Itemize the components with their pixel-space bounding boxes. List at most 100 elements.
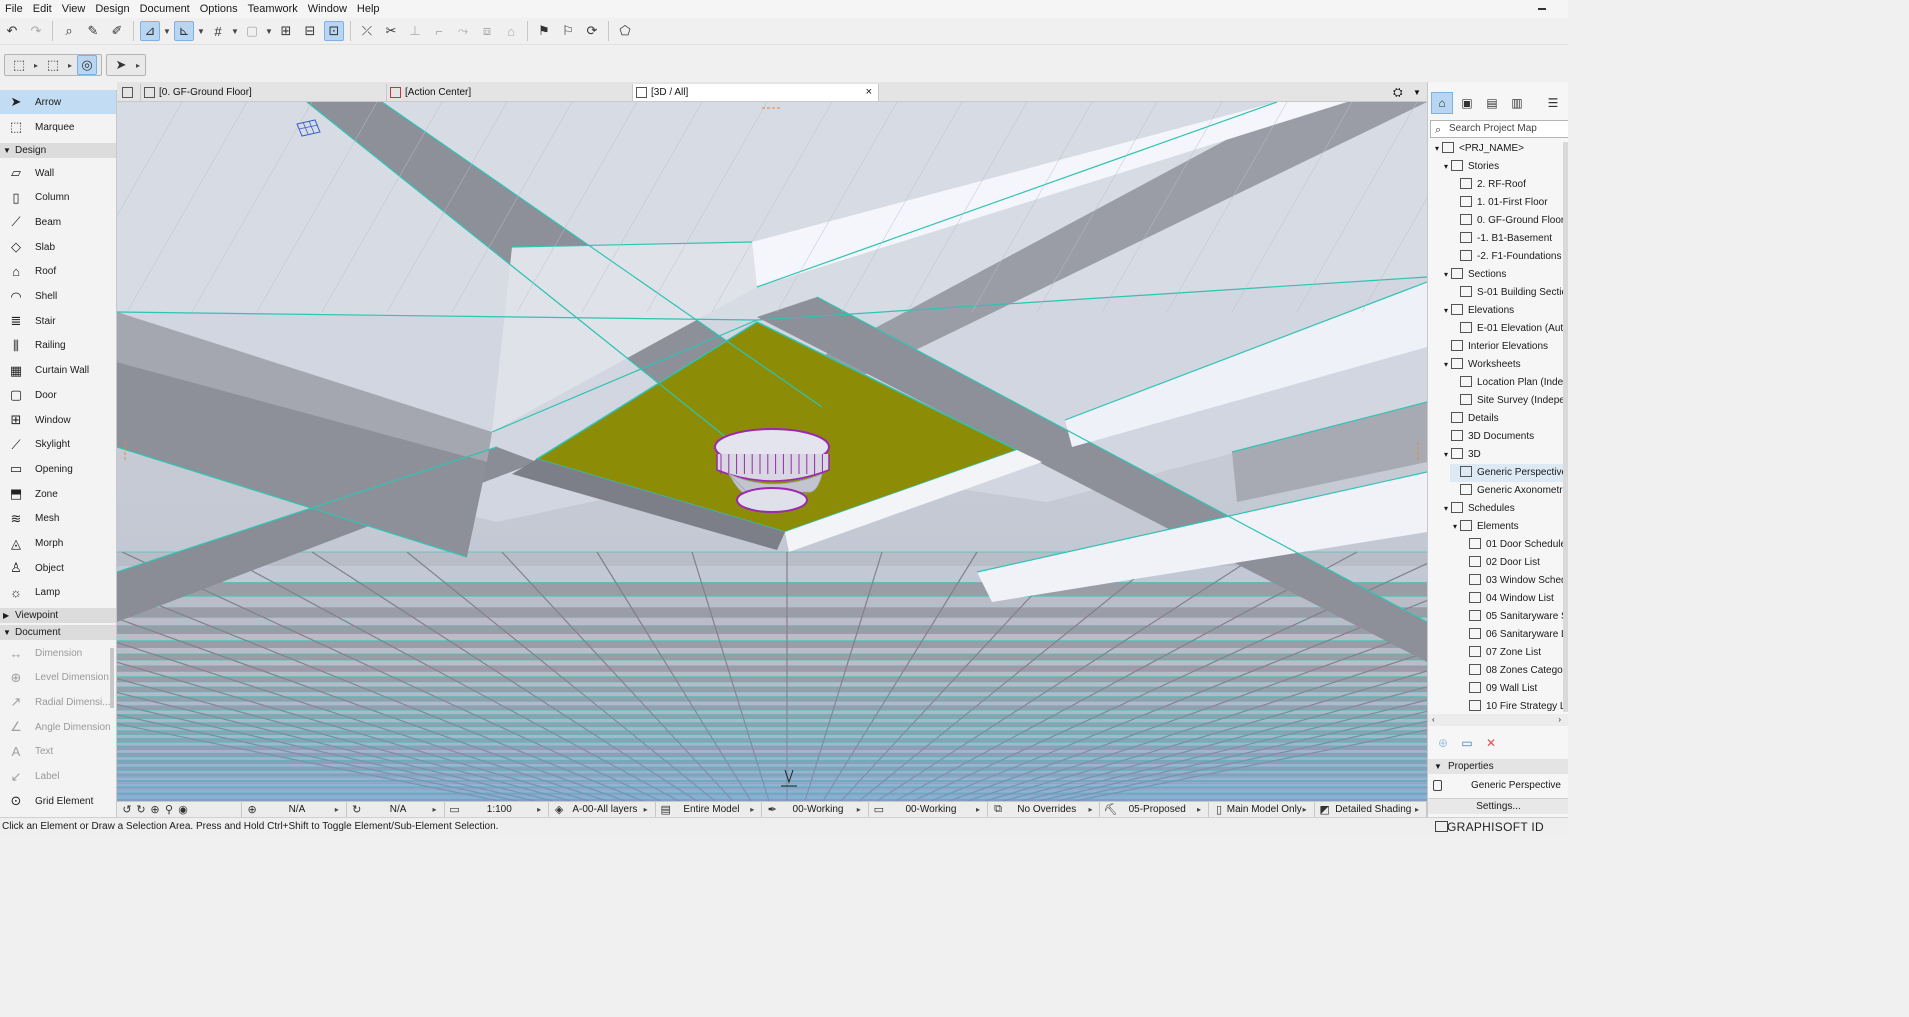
view-control-scale[interactable]: ▭ 1:100 ▸ bbox=[445, 801, 550, 818]
chevron-right-icon[interactable]: ▸ bbox=[1303, 805, 1311, 814]
tab-action-center[interactable]: [Action Center] bbox=[387, 84, 633, 101]
tool-arrow[interactable]: ➤ Arrow bbox=[0, 90, 116, 114]
search-input[interactable]: ⌕ Search Project Map bbox=[1430, 120, 1568, 138]
tree-item[interactable]: ▾ <PRJ_NAME> bbox=[1432, 140, 1568, 158]
grid-snap-icon[interactable]: # bbox=[208, 21, 228, 41]
tool-dimension[interactable]: ↔ Dimension bbox=[0, 641, 116, 665]
chevron-right-icon[interactable]: ▸ bbox=[750, 805, 758, 814]
chevron-right-icon[interactable]: ▸ bbox=[1088, 805, 1096, 814]
chevron-down-icon[interactable]: ▾ bbox=[1450, 518, 1460, 536]
graphisoft-id-label[interactable]: GRAPHISOFT ID bbox=[1447, 818, 1544, 836]
chevron-down-icon[interactable]: ▼ bbox=[3, 625, 11, 640]
tree-item[interactable]: Interior Elevations bbox=[1441, 338, 1568, 356]
tool-window[interactable]: ⊞ Window bbox=[0, 408, 116, 432]
toolbox-section-header[interactable]: ▼ Document bbox=[0, 625, 116, 640]
dropdown-arrow-icon[interactable]: ▼ bbox=[196, 27, 206, 36]
tool-curtain-wall[interactable]: ▦ Curtain Wall bbox=[0, 359, 116, 383]
trim-icon[interactable]: ✂ bbox=[381, 21, 401, 41]
redo-icon[interactable]: ↷ bbox=[26, 21, 46, 41]
inject-parameters-icon[interactable]: ✐ bbox=[107, 21, 127, 41]
chevron-right-icon[interactable]: ▸ bbox=[857, 805, 865, 814]
menu-help[interactable]: Help bbox=[352, 0, 385, 18]
tool-marquee[interactable]: ⬚ Marquee bbox=[0, 115, 116, 139]
new-view-icon[interactable]: ⊕ bbox=[1434, 735, 1452, 751]
view-map-icon[interactable]: ▣ bbox=[1456, 92, 1478, 114]
dimension-icon[interactable]: ⊟ bbox=[300, 21, 320, 41]
tree-item[interactable]: 04 Window List bbox=[1459, 590, 1568, 608]
dropdown-arrow-icon[interactable]: ▼ bbox=[162, 27, 172, 36]
chevron-right-icon[interactable]: ▸ bbox=[433, 805, 441, 814]
tree-item[interactable]: ▾ 3D bbox=[1441, 446, 1568, 464]
chevron-down-icon[interactable]: ▾ bbox=[1441, 302, 1451, 320]
tree-item[interactable]: 06 Sanitaryware L bbox=[1459, 626, 1568, 644]
tab-ground-floor[interactable]: [0. GF-Ground Floor] bbox=[141, 84, 387, 101]
tree-item[interactable]: 02 Door List bbox=[1459, 554, 1568, 572]
view-control-rotate[interactable]: ↻ N/A ▸ bbox=[347, 801, 445, 818]
minimize-icon[interactable] bbox=[1538, 8, 1546, 10]
tree-item[interactable]: 07 Zone List bbox=[1459, 644, 1568, 662]
chevron-right-icon[interactable]: ▸ bbox=[1415, 805, 1423, 814]
view-control-structure[interactable]: ▯ Main Model Only ▸ bbox=[1209, 801, 1315, 818]
tree-item[interactable]: ▾ Stories bbox=[1441, 158, 1568, 176]
tool-column[interactable]: ▯ Column bbox=[0, 186, 116, 210]
chevron-right-icon[interactable]: ▸ bbox=[976, 805, 984, 814]
settings-button[interactable]: Settings... bbox=[1428, 798, 1568, 814]
pointer-icon[interactable]: ➤ bbox=[111, 55, 131, 75]
fillet-icon[interactable]: ⌐ bbox=[429, 21, 449, 41]
trace-reference-icon[interactable]: ⊡ bbox=[324, 21, 344, 41]
tab-tile-icon[interactable] bbox=[117, 84, 141, 101]
tool-wall[interactable]: ▱ Wall bbox=[0, 161, 116, 185]
tool-radial-dimensi[interactable]: ↗ Radial Dimensi... bbox=[0, 690, 116, 714]
chevron-down-icon[interactable]: ▾ bbox=[1441, 500, 1451, 518]
suspend-groups-icon[interactable]: ▢ bbox=[242, 21, 262, 41]
selection-mode-2-icon[interactable]: ⬚ bbox=[43, 55, 63, 75]
tree-item[interactable]: 01 Door Schedule bbox=[1459, 536, 1568, 554]
tool-skylight[interactable]: ⟋ Skylight bbox=[0, 433, 116, 457]
tree-item[interactable]: S-01 Building Sectio bbox=[1450, 284, 1568, 302]
view-control-pen-set[interactable]: ✒ 00-Working ▸ bbox=[762, 801, 869, 818]
offset-icon[interactable]: ⤳ bbox=[453, 21, 473, 41]
view-control-layers[interactable]: ◈ A-00-All layers ▸ bbox=[549, 801, 656, 818]
tree-item[interactable]: -1. B1-Basement bbox=[1450, 230, 1568, 248]
delete-icon[interactable]: ✕ bbox=[1482, 735, 1500, 751]
tool-text[interactable]: A Text bbox=[0, 740, 116, 764]
toolbox-section-header[interactable]: ▶ Viewpoint bbox=[0, 608, 116, 623]
tree-item[interactable]: ▾ Worksheets bbox=[1441, 356, 1568, 374]
scroll-left-icon[interactable]: ‹ bbox=[1432, 715, 1435, 724]
view-control-model-view[interactable]: ▤ Entire Model ▸ bbox=[656, 801, 763, 818]
menu-file[interactable]: File bbox=[0, 0, 28, 18]
tab-menu[interactable]: ⛭ ▼ bbox=[1389, 84, 1425, 101]
tool-roof[interactable]: ⌂ Roof bbox=[0, 260, 116, 284]
selection-mode-1-icon[interactable]: ⬚ bbox=[9, 55, 29, 75]
close-icon[interactable]: × bbox=[866, 84, 872, 101]
menu-teamwork[interactable]: Teamwork bbox=[243, 0, 303, 18]
tool-angle-dimension[interactable]: ∠ Angle Dimension bbox=[0, 715, 116, 739]
undo-zoom-icon[interactable]: ↺ bbox=[120, 803, 134, 816]
tool-shell[interactable]: ◠ Shell bbox=[0, 285, 116, 309]
tree-item[interactable]: ▾ Sections bbox=[1441, 266, 1568, 284]
guide-lines-icon[interactable]: ⊿ bbox=[140, 21, 160, 41]
tool-lamp[interactable]: ☼ Lamp bbox=[0, 581, 116, 605]
menu-document[interactable]: Document bbox=[135, 0, 195, 18]
tree-item[interactable]: 03 Window Sched bbox=[1459, 572, 1568, 590]
chevron-down-icon[interactable]: ▾ bbox=[1441, 266, 1451, 284]
tree-item[interactable]: Details bbox=[1441, 410, 1568, 428]
view-control-override[interactable]: ⧉ No Overrides ▸ bbox=[988, 801, 1101, 818]
tile-windows-icon[interactable] bbox=[122, 87, 133, 98]
chevron-right-icon[interactable]: ▸ bbox=[644, 805, 652, 814]
chevron-down-icon[interactable]: ▾ bbox=[1432, 140, 1442, 158]
dropdown-arrow-icon[interactable]: ▸ bbox=[133, 61, 143, 70]
chevron-right-icon[interactable]: ▸ bbox=[1197, 805, 1205, 814]
adjust-icon[interactable]: ⊥ bbox=[405, 21, 425, 41]
tree-item[interactable]: 1. 01-First Floor bbox=[1450, 194, 1568, 212]
tool-stair[interactable]: ≣ Stair bbox=[0, 309, 116, 333]
undo-icon[interactable]: ↶ bbox=[2, 21, 22, 41]
tool-object[interactable]: ♙ Object bbox=[0, 556, 116, 580]
toolbox-scrollbar[interactable] bbox=[110, 648, 114, 708]
dropdown-arrow-icon[interactable]: ▼ bbox=[264, 27, 274, 36]
zoom-in-icon[interactable]: ⊕ bbox=[148, 803, 162, 816]
chevron-down-icon[interactable]: ▾ bbox=[1441, 446, 1451, 464]
teamwork-icon[interactable]: ⟳ bbox=[582, 21, 602, 41]
walk-icon[interactable]: ⚲ bbox=[162, 803, 176, 816]
chevron-down-icon[interactable]: ▼ bbox=[1434, 759, 1442, 774]
